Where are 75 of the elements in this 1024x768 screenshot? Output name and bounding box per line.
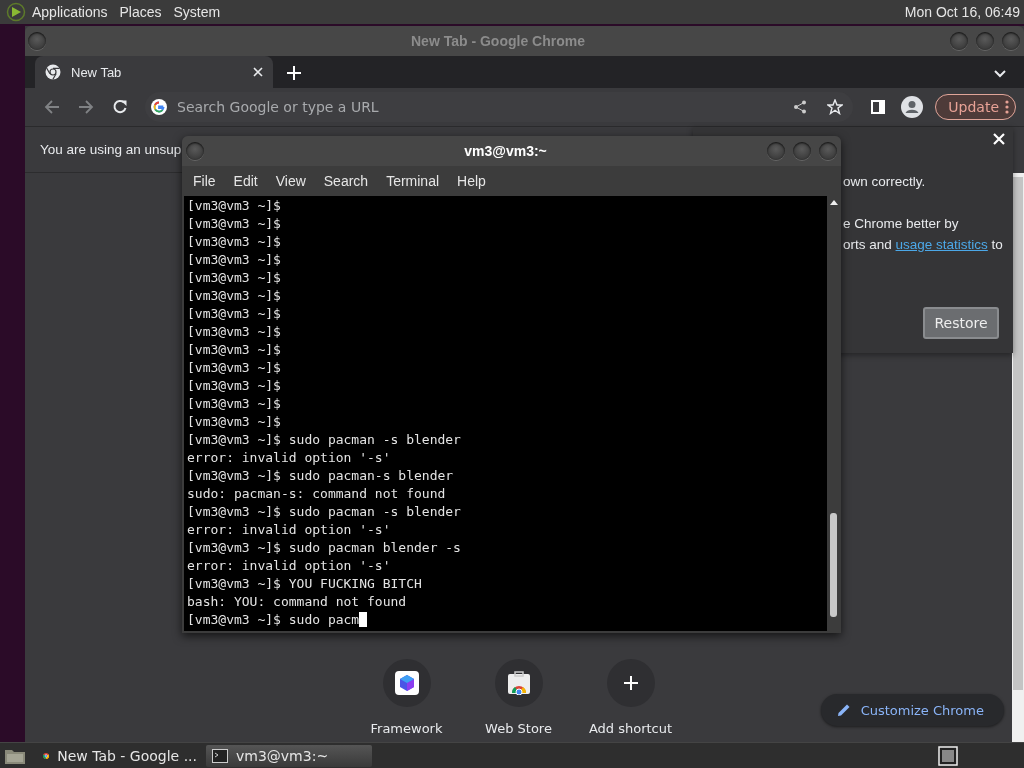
workspace-icon[interactable] — [938, 745, 958, 766]
terminal-line: [vm3@vm3 ~]$ — [187, 270, 281, 285]
terminal-line: [vm3@vm3 ~]$ — [187, 252, 281, 267]
terminal-line: sudo: pacman-s: command not found — [187, 486, 446, 501]
new-tab-icon[interactable] — [287, 66, 301, 80]
scrollbar-thumb[interactable] — [1013, 177, 1023, 690]
usage-statistics-link[interactable]: usage statistics — [895, 237, 988, 252]
terminal-line: [vm3@vm3 ~]$ sudo pacman -s blender — [187, 432, 461, 447]
close-icon[interactable] — [253, 67, 263, 77]
address-input[interactable]: Search Google or type a URL — [175, 98, 786, 116]
terminal-line: [vm3@vm3 ~]$ — [187, 234, 281, 249]
scrollbar[interactable] — [1012, 173, 1024, 742]
menu-item[interactable]: Search — [314, 173, 378, 189]
menu-item[interactable]: Help — [448, 173, 495, 189]
restore-button[interactable]: Restore — [923, 307, 999, 339]
star-icon[interactable] — [827, 99, 844, 115]
terminal-line: [vm3@vm3 ~]$ — [187, 324, 281, 339]
menu-item[interactable]: View — [266, 173, 315, 189]
infobar-message: You are using an unsup — [40, 142, 182, 157]
dialog-text: e Chrome better by orts and usage statistics to — [843, 215, 1003, 254]
window-title: New Tab - Google Chrome — [410, 33, 586, 49]
menu-item[interactable]: Edit — [224, 173, 267, 189]
chrome-icon — [45, 64, 61, 80]
terminal-line: [vm3@vm3 ~]$ sudo pacman-s blender — [187, 468, 454, 483]
terminal-line: [vm3@vm3 ~]$ — [187, 414, 281, 429]
panel-menu[interactable]: Places — [113, 4, 168, 20]
terminal-icon — [212, 748, 228, 763]
terminal-line: [vm3@vm3 ~]$ — [187, 216, 281, 231]
menu-item[interactable]: Terminal — [377, 173, 449, 189]
terminal-line: error: invalid option '-s' — [187, 558, 391, 573]
terminal-line: [vm3@vm3 ~]$ — [187, 396, 281, 411]
panel-menu[interactable]: System — [167, 4, 227, 20]
chevron-down-icon[interactable] — [994, 70, 1006, 78]
profile-avatar[interactable] — [901, 96, 924, 118]
menu-item[interactable]: File — [184, 173, 225, 189]
plus-icon — [622, 675, 639, 691]
terminal-line: [vm3@vm3 ~]$ — [187, 198, 281, 213]
terminal-line: [vm3@vm3 ~]$ — [187, 342, 281, 357]
terminal-line: bash: YOU: command not found — [187, 594, 407, 609]
cube-icon — [394, 671, 419, 695]
dialog-text: own correctly. — [843, 173, 926, 191]
update-button[interactable]: Update — [935, 94, 1016, 120]
logo-icon[interactable] — [6, 2, 26, 22]
terminal-line: [vm3@vm3 ~]$ sudo pacm — [187, 612, 360, 627]
address-bar[interactable]: Search Google or type a URL — [145, 92, 854, 122]
shortcut-tile[interactable]: Web Store — [462, 659, 575, 736]
terminal-line: error: invalid option '-s' — [187, 450, 391, 465]
pencil-icon — [836, 703, 851, 717]
store-icon — [506, 671, 531, 695]
back-icon[interactable] — [44, 99, 60, 115]
shortcut-tile[interactable]: Framework — [350, 659, 463, 736]
reload-icon[interactable] — [112, 99, 128, 115]
taskbar-item[interactable]: vm3@vm3:~ — [206, 744, 372, 767]
taskbar-item[interactable]: New Tab - Google ... — [37, 744, 203, 767]
browser-tab[interactable]: New Tab — [35, 56, 273, 88]
more-icon — [1005, 100, 1009, 114]
terminal-line: [vm3@vm3 ~]$ — [187, 288, 281, 303]
terminal-line: [vm3@vm3 ~]$ — [187, 360, 281, 375]
scroll-up-icon[interactable] — [829, 199, 838, 205]
customize-chrome-button[interactable]: Customize Chrome — [820, 694, 1004, 726]
terminal-line: error: invalid option '-s' — [187, 522, 391, 537]
forward-icon[interactable] — [78, 99, 94, 115]
side-panel-icon[interactable] — [871, 100, 886, 114]
window-title: vm3@vm3:~ — [463, 143, 548, 159]
terminal-line: [vm3@vm3 ~]$ — [187, 378, 281, 393]
scrollbar-thumb[interactable] — [830, 513, 837, 617]
terminal-line: [vm3@vm3 ~]$ — [187, 306, 281, 321]
panel-menu[interactable]: Applications — [26, 4, 114, 20]
clock: Mon Oct 16, 06:49 — [904, 4, 1020, 20]
shortcut-tile[interactable]: Add shortcut — [574, 659, 687, 736]
share-icon[interactable] — [793, 100, 808, 114]
terminal-line: [vm3@vm3 ~]$ sudo pacman blender -s — [187, 540, 461, 555]
google-icon — [151, 99, 167, 115]
terminal-line: [vm3@vm3 ~]$ sudo pacman -s blender — [187, 504, 461, 519]
terminal-line: [vm3@vm3 ~]$ YOU FUCKING BITCH — [187, 576, 422, 591]
